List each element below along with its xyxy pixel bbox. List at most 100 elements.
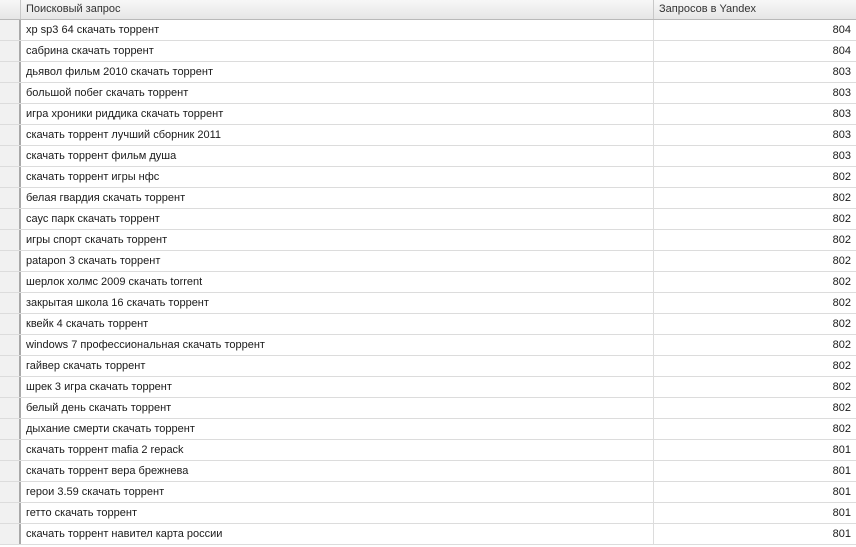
yandex-count-cell[interactable]: 803 bbox=[654, 83, 854, 103]
yandex-count-cell[interactable]: 802 bbox=[654, 356, 854, 376]
query-cell[interactable]: сабрина скачать торрент bbox=[21, 41, 654, 61]
row-selector[interactable] bbox=[0, 167, 21, 187]
query-cell[interactable]: гайвер скачать торрент bbox=[21, 356, 654, 376]
table-row[interactable]: скачать торрент фильм душа 803 bbox=[0, 146, 856, 167]
query-cell[interactable]: гетто скачать торрент bbox=[21, 503, 654, 523]
query-cell[interactable]: белый день скачать торрент bbox=[21, 398, 654, 418]
query-cell[interactable]: игра хроники риддика скачать торрент bbox=[21, 104, 654, 124]
query-cell[interactable]: шрек 3 игра скачать торрент bbox=[21, 377, 654, 397]
yandex-count-cell[interactable]: 803 bbox=[654, 125, 854, 145]
table-row[interactable]: квейк 4 скачать торрент 802 bbox=[0, 314, 856, 335]
query-cell[interactable]: patapon 3 скачать торрент bbox=[21, 251, 654, 271]
row-selector[interactable] bbox=[0, 419, 21, 439]
table-row[interactable]: шерлок холмс 2009 скачать torrent 802 bbox=[0, 272, 856, 293]
yandex-count-cell[interactable]: 802 bbox=[654, 398, 854, 418]
yandex-count-cell[interactable]: 802 bbox=[654, 419, 854, 439]
query-cell[interactable]: дыхание смерти скачать торрент bbox=[21, 419, 654, 439]
query-cell[interactable]: игры спорт скачать торрент bbox=[21, 230, 654, 250]
table-row[interactable]: xp sp3 64 скачать торрент 804 bbox=[0, 20, 856, 41]
row-selector[interactable] bbox=[0, 524, 21, 544]
table-row[interactable]: белый день скачать торрент 802 bbox=[0, 398, 856, 419]
table-row[interactable]: скачать торрент лучший сборник 2011 803 bbox=[0, 125, 856, 146]
query-cell[interactable]: скачать торрент фильм душа bbox=[21, 146, 654, 166]
yandex-count-cell[interactable]: 801 bbox=[654, 440, 854, 460]
query-cell[interactable]: xp sp3 64 скачать торрент bbox=[21, 20, 654, 40]
yandex-count-cell[interactable]: 801 bbox=[654, 461, 854, 481]
column-header-yandex-count[interactable]: Запросов в Yandex bbox=[654, 0, 856, 19]
table-row[interactable]: сабрина скачать торрент 804 bbox=[0, 41, 856, 62]
yandex-count-cell[interactable]: 801 bbox=[654, 482, 854, 502]
row-selector[interactable] bbox=[0, 230, 21, 250]
row-selector[interactable] bbox=[0, 272, 21, 292]
yandex-count-cell[interactable]: 801 bbox=[654, 503, 854, 523]
table-row[interactable]: шрек 3 игра скачать торрент 802 bbox=[0, 377, 856, 398]
table-row[interactable]: скачать торрент навител карта россии 801 bbox=[0, 524, 856, 545]
row-selector[interactable] bbox=[0, 356, 21, 376]
yandex-count-cell[interactable]: 802 bbox=[654, 314, 854, 334]
table-row[interactable]: windows 7 профессиональная скачать торре… bbox=[0, 335, 856, 356]
query-cell[interactable]: скачать торрент навител карта россии bbox=[21, 524, 654, 544]
yandex-count-cell[interactable]: 802 bbox=[654, 188, 854, 208]
row-selector[interactable] bbox=[0, 209, 21, 229]
yandex-count-cell[interactable]: 802 bbox=[654, 251, 854, 271]
query-cell[interactable]: большой побег скачать торрент bbox=[21, 83, 654, 103]
table-row[interactable]: закрытая школа 16 скачать торрент 802 bbox=[0, 293, 856, 314]
row-selector[interactable] bbox=[0, 104, 21, 124]
row-selector[interactable] bbox=[0, 503, 21, 523]
yandex-count-cell[interactable]: 803 bbox=[654, 104, 854, 124]
query-cell[interactable]: скачать торрент вера брежнева bbox=[21, 461, 654, 481]
yandex-count-cell[interactable]: 802 bbox=[654, 293, 854, 313]
row-selector[interactable] bbox=[0, 377, 21, 397]
table-row[interactable]: скачать торрент игры нфс 802 bbox=[0, 167, 856, 188]
row-selector[interactable] bbox=[0, 440, 21, 460]
select-all-header[interactable] bbox=[0, 0, 21, 19]
row-selector[interactable] bbox=[0, 482, 21, 502]
yandex-count-cell[interactable]: 802 bbox=[654, 377, 854, 397]
yandex-count-cell[interactable]: 802 bbox=[654, 209, 854, 229]
query-cell[interactable]: скачать торрент игры нфс bbox=[21, 167, 654, 187]
query-cell[interactable]: скачать торрент mafia 2 repack bbox=[21, 440, 654, 460]
query-cell[interactable]: закрытая школа 16 скачать торрент bbox=[21, 293, 654, 313]
table-row[interactable]: дыхание смерти скачать торрент 802 bbox=[0, 419, 856, 440]
table-row[interactable]: гайвер скачать торрент 802 bbox=[0, 356, 856, 377]
yandex-count-cell[interactable]: 802 bbox=[654, 167, 854, 187]
table-row[interactable]: patapon 3 скачать торрент 802 bbox=[0, 251, 856, 272]
table-row[interactable]: игры спорт скачать торрент 802 bbox=[0, 230, 856, 251]
query-cell[interactable]: квейк 4 скачать торрент bbox=[21, 314, 654, 334]
row-selector[interactable] bbox=[0, 125, 21, 145]
row-selector[interactable] bbox=[0, 251, 21, 271]
query-cell[interactable]: саус парк скачать торрент bbox=[21, 209, 654, 229]
row-selector[interactable] bbox=[0, 41, 21, 61]
query-cell[interactable]: windows 7 профессиональная скачать торре… bbox=[21, 335, 654, 355]
row-selector[interactable] bbox=[0, 20, 21, 40]
row-selector[interactable] bbox=[0, 293, 21, 313]
row-selector[interactable] bbox=[0, 188, 21, 208]
yandex-count-cell[interactable]: 802 bbox=[654, 272, 854, 292]
table-row[interactable]: саус парк скачать торрент 802 bbox=[0, 209, 856, 230]
row-selector[interactable] bbox=[0, 62, 21, 82]
yandex-count-cell[interactable]: 801 bbox=[654, 524, 854, 544]
row-selector[interactable] bbox=[0, 398, 21, 418]
query-cell[interactable]: шерлок холмс 2009 скачать torrent bbox=[21, 272, 654, 292]
row-selector[interactable] bbox=[0, 461, 21, 481]
column-header-query[interactable]: Поисковый запрос bbox=[21, 0, 654, 19]
table-row[interactable]: большой побег скачать торрент 803 bbox=[0, 83, 856, 104]
table-row[interactable]: игра хроники риддика скачать торрент 803 bbox=[0, 104, 856, 125]
query-cell[interactable]: герои 3.59 скачать торрент bbox=[21, 482, 654, 502]
yandex-count-cell[interactable]: 804 bbox=[654, 20, 854, 40]
table-row[interactable]: гетто скачать торрент 801 bbox=[0, 503, 856, 524]
row-selector[interactable] bbox=[0, 146, 21, 166]
table-row[interactable]: скачать торрент вера брежнева 801 bbox=[0, 461, 856, 482]
row-selector[interactable] bbox=[0, 314, 21, 334]
table-row[interactable]: белая гвардия скачать торрент 802 bbox=[0, 188, 856, 209]
table-row[interactable]: герои 3.59 скачать торрент 801 bbox=[0, 482, 856, 503]
yandex-count-cell[interactable]: 802 bbox=[654, 335, 854, 355]
table-row[interactable]: скачать торрент mafia 2 repack 801 bbox=[0, 440, 856, 461]
yandex-count-cell[interactable]: 803 bbox=[654, 62, 854, 82]
query-cell[interactable]: скачать торрент лучший сборник 2011 bbox=[21, 125, 654, 145]
query-cell[interactable]: белая гвардия скачать торрент bbox=[21, 188, 654, 208]
yandex-count-cell[interactable]: 803 bbox=[654, 146, 854, 166]
query-cell[interactable]: дьявол фильм 2010 скачать торрент bbox=[21, 62, 654, 82]
row-selector[interactable] bbox=[0, 335, 21, 355]
yandex-count-cell[interactable]: 804 bbox=[654, 41, 854, 61]
